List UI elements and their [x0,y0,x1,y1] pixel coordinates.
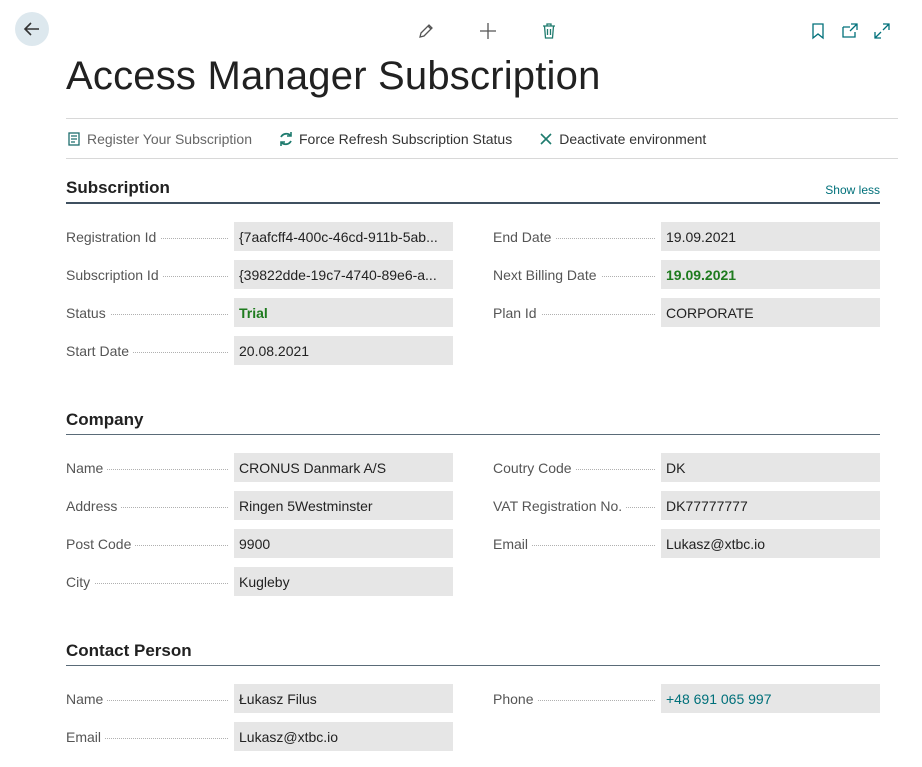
expand-button[interactable] [871,20,893,42]
contact-name-label: Name [66,690,108,707]
company-post-code-value[interactable]: 9900 [234,529,453,558]
company-vat-label: VAT Registration No. [493,497,627,514]
company-city-value[interactable]: Kugleby [234,567,453,596]
company-city-label: City [66,573,95,590]
start-date-label: Start Date [66,342,134,359]
force-refresh-label: Force Refresh Subscription Status [299,130,513,147]
contact-email-field: Email Lukasz@xtbc.io [66,722,453,751]
plan-id-field: Plan Id CORPORATE [493,298,880,327]
expand-icon [874,23,890,39]
next-billing-date-label: Next Billing Date [493,266,601,283]
contact-section-title: Contact Person [66,641,192,660]
next-billing-date-field: Next Billing Date 19.09.2021 [493,260,880,289]
register-icon [66,131,82,147]
status-value[interactable]: Trial [234,298,453,327]
contact-phone-field: Phone +48 691 065 997 [493,684,880,713]
company-section-divider [66,434,880,435]
contact-phone-label: Phone [493,690,538,707]
contact-phone-value[interactable]: +48 691 065 997 [661,684,880,713]
contact-email-label: Email [66,728,106,745]
company-address-field: Address Ringen 5Westminster [66,491,453,520]
trash-icon [543,23,555,39]
bookmark-icon [812,23,824,40]
subscription-id-value[interactable]: {39822dde-19c7-4740-89e6-a... [234,260,453,289]
deactivate-environment-action[interactable]: Deactivate environment [538,131,706,147]
new-button[interactable] [477,20,499,42]
registration-id-label: Registration Id [66,228,161,245]
end-date-value[interactable]: 19.09.2021 [661,222,880,251]
refresh-icon [278,131,294,147]
registration-id-value[interactable]: {7aafcff4-400c-46cd-911b-5ab... [234,222,453,251]
open-in-new-window-icon [842,23,858,38]
company-post-code-label: Post Code [66,535,136,552]
deactivate-environment-label: Deactivate environment [559,130,707,147]
pencil-icon [419,24,433,38]
bookmark-button[interactable] [807,20,829,42]
end-date-label: End Date [493,228,556,245]
edit-button[interactable] [415,20,437,42]
contact-name-field: Name Łukasz Filus [66,684,453,713]
register-subscription-label: Register Your Subscription [87,130,252,147]
company-address-label: Address [66,497,122,514]
open-new-window-button[interactable] [839,20,861,42]
start-date-value[interactable]: 20.08.2021 [234,336,453,365]
company-city-field: City Kugleby [66,567,453,596]
back-button[interactable] [15,12,49,46]
contact-name-value[interactable]: Łukasz Filus [234,684,453,713]
company-name-label: Name [66,459,108,476]
subscription-section-divider [66,202,880,204]
status-field: Status Trial [66,298,453,327]
arrow-left-icon [23,22,39,36]
contact-section-divider [66,665,880,666]
subscription-id-field: Subscription Id {39822dde-19c7-4740-89e6… [66,260,453,289]
subscription-section-title: Subscription [66,178,170,197]
company-name-field: Name CRONUS Danmark A/S [66,453,453,482]
company-country-code-field: Coutry Code DK [493,453,880,482]
plan-id-value[interactable]: CORPORATE [661,298,880,327]
company-email-value[interactable]: Lukasz@xtbc.io [661,529,880,558]
company-post-code-field: Post Code 9900 [66,529,453,558]
subscription-id-label: Subscription Id [66,266,163,283]
company-vat-value[interactable]: DK77777777 [661,491,880,520]
company-country-code-label: Coutry Code [493,459,576,476]
company-country-code-value[interactable]: DK [661,453,880,482]
company-vat-field: VAT Registration No. DK77777777 [493,491,880,520]
next-billing-date-value[interactable]: 19.09.2021 [661,260,880,289]
force-refresh-action[interactable]: Force Refresh Subscription Status [278,131,512,147]
company-section-title: Company [66,410,144,429]
end-date-field: End Date 19.09.2021 [493,222,880,251]
show-less-link[interactable]: Show less [825,183,880,197]
status-label: Status [66,304,110,321]
action-bar: Register Your Subscription Force Refresh… [66,118,898,159]
plus-icon [480,23,496,39]
company-address-value[interactable]: Ringen 5Westminster [234,491,453,520]
plan-id-label: Plan Id [493,304,541,321]
start-date-field: Start Date 20.08.2021 [66,336,453,365]
page-title: Access Manager Subscription [66,54,601,98]
register-subscription-action[interactable]: Register Your Subscription [66,131,252,147]
company-email-field: Email Lukasz@xtbc.io [493,529,880,558]
delete-button[interactable] [538,20,560,42]
close-icon [538,131,554,147]
company-email-label: Email [493,535,533,552]
registration-id-field: Registration Id {7aafcff4-400c-46cd-911b… [66,222,453,251]
contact-email-value[interactable]: Lukasz@xtbc.io [234,722,453,751]
company-name-value[interactable]: CRONUS Danmark A/S [234,453,453,482]
